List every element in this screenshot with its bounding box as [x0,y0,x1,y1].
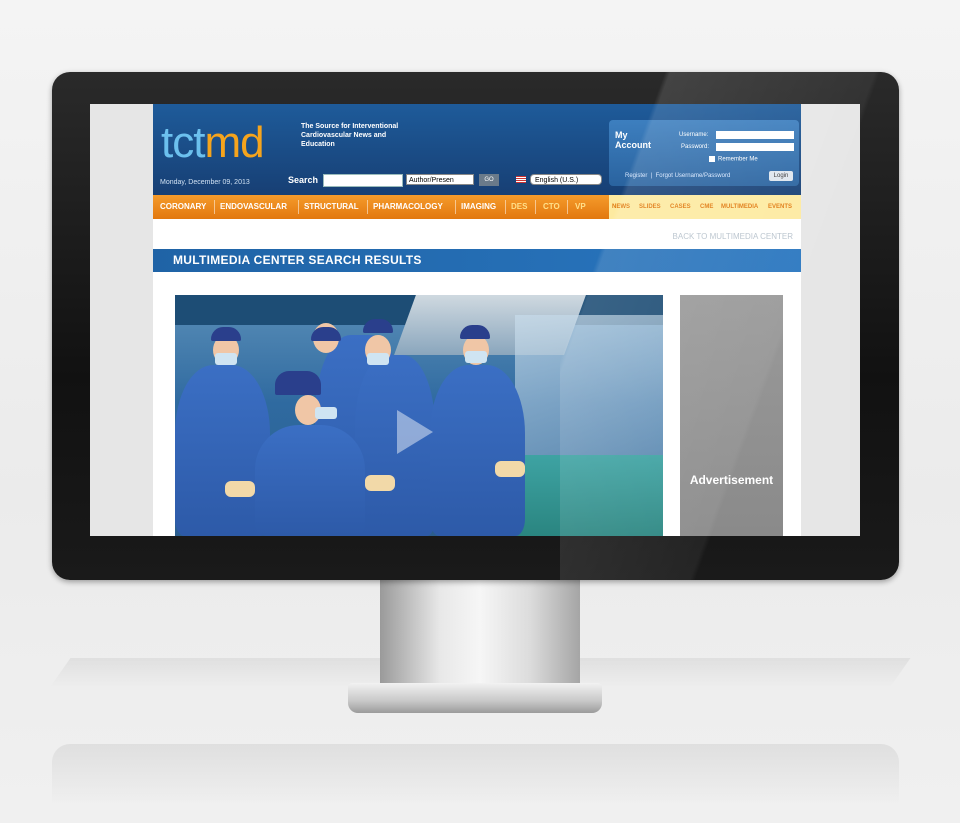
video-surgeon-mask [367,353,389,365]
username-field[interactable] [716,131,794,139]
video-operating-table [505,455,663,536]
video-gloved-hands [225,481,255,497]
back-to-multimedia-link[interactable]: BACK TO MULTIMEDIA CENTER [673,232,793,241]
video-gloved-hands [495,461,525,477]
language-select[interactable]: English (U.S.) [530,174,602,185]
site-tagline: The Source for Interventional Cardiovasc… [301,123,399,148]
monitor-reflection [52,744,899,804]
video-surgeon-mask [215,353,237,365]
subnav-slides[interactable]: SLIDES [639,195,661,219]
nav-divider [298,200,299,214]
search-label: Search [288,175,319,185]
current-date: Monday, December 09, 2013 [160,179,250,186]
password-field[interactable] [716,143,794,151]
web-page: tctmd The Source for Interventional Card… [153,104,801,536]
nav-divider [535,200,536,214]
us-flag-icon [516,176,526,183]
video-player[interactable] [175,295,663,536]
advertisement-panel[interactable]: Advertisement [680,295,783,536]
remember-label: Remember Me [718,156,758,163]
nav-coronary[interactable]: CORONARY [160,195,206,219]
subnav-news[interactable]: NEWS [612,195,630,219]
monitor-stand-neck [380,580,580,685]
video-surgeon-cap [311,327,341,341]
video-surgeon [430,365,525,536]
results-header: MULTIMEDIA CENTER SEARCH RESULTS [153,249,801,272]
video-surgeon-mask [315,407,337,419]
nav-structural[interactable]: STRUCTURAL [304,195,359,219]
nav-vp[interactable]: VP [575,195,586,219]
nav-divider [567,200,568,214]
back-link-text: TO MULTIMEDIA CENTER [696,232,793,241]
monitor-stand-base [348,683,602,713]
video-surgeon-cap [275,371,321,395]
secondary-nav: NEWS SLIDES CASES CME MULTIMEDIA EVENTS [609,195,801,219]
nav-imaging[interactable]: IMAGING [461,195,496,219]
video-gloved-hands [365,475,395,491]
search-type-select[interactable]: Author/Presen [406,174,474,185]
page-title: MULTIMEDIA CENTER SEARCH RESULTS [173,253,422,267]
video-surgeon-mask [465,351,487,363]
nav-divider [455,200,456,214]
remember-checkbox[interactable] [709,156,715,162]
video-surgeon-cap [460,325,490,339]
search-input[interactable] [323,174,403,187]
link-separator: | [649,173,654,179]
password-label: Password: [681,144,710,150]
forgot-link[interactable]: Forgot Username/Password [656,173,731,179]
account-links: Register | Forgot Username/Password [625,173,730,179]
nav-des[interactable]: DES [511,195,527,219]
nav-divider [214,200,215,214]
advertisement-label: Advertisement [689,473,774,487]
register-link[interactable]: Register [625,173,647,179]
video-surgeon-cap [363,319,393,333]
account-panel: My Account Username: Password: Remember … [609,120,799,186]
video-surgeon-cap [211,327,241,341]
back-prefix: BACK [672,232,695,241]
remember-me[interactable]: Remember Me [709,156,758,163]
site-logo[interactable]: tctmd [161,118,265,168]
site-header: tctmd The Source for Interventional Card… [153,104,801,195]
subnav-events[interactable]: EVENTS [768,195,792,219]
logo-part-tct: tct [161,118,205,167]
monitor-screen: tctmd The Source for Interventional Card… [90,104,860,536]
play-icon[interactable] [397,410,433,454]
nav-pharmacology[interactable]: PHARMACOLOGY [373,195,443,219]
nav-divider [505,200,506,214]
username-label: Username: [679,132,709,138]
nav-divider [367,200,368,214]
subnav-multimedia[interactable]: MULTIMEDIA [721,195,758,219]
nav-endovascular[interactable]: ENDOVASCULAR [220,195,287,219]
account-title: My Account [615,130,651,150]
subnav-cases[interactable]: CASES [670,195,691,219]
nav-cto[interactable]: CTO [543,195,560,219]
login-button[interactable]: Login [769,171,793,181]
search-go-button[interactable]: GO [479,174,499,186]
video-surgeon [255,425,365,536]
subnav-cme[interactable]: CME [700,195,713,219]
logo-part-md: md [204,118,264,167]
